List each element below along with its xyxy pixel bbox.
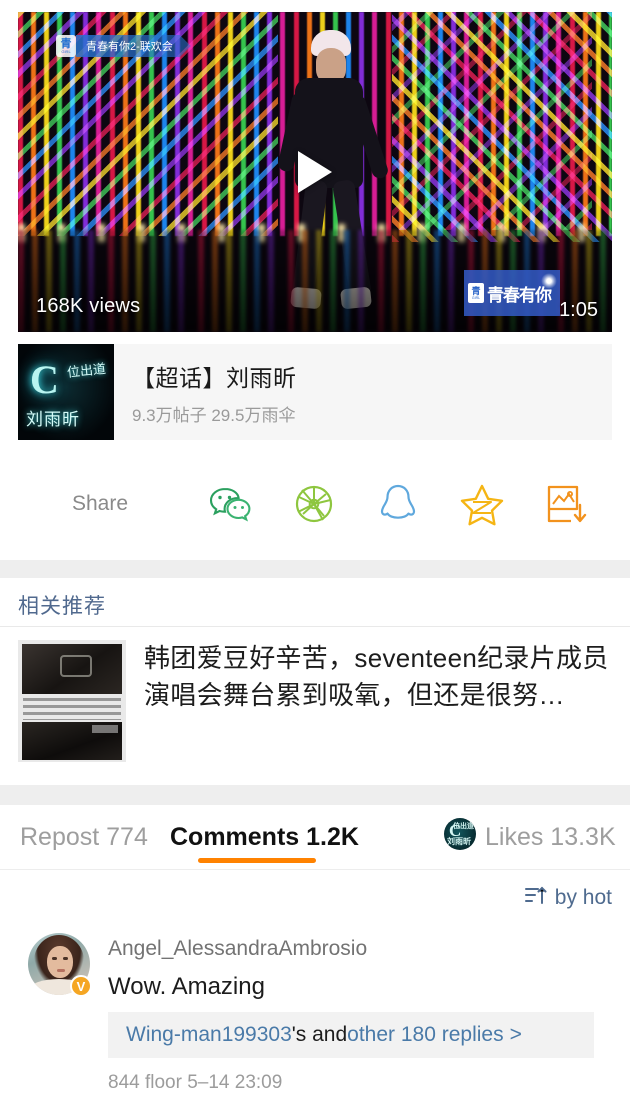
comment-meta: 844 floor 5–14 23:09 xyxy=(108,1072,283,1093)
share-label: Share xyxy=(72,492,129,515)
tab-comments[interactable]: Comments 1.2K xyxy=(170,823,359,852)
video-watermark: 青 GIRL 青春有你 xyxy=(464,270,560,316)
tab-likes[interactable]: Likes 13.3K xyxy=(485,823,616,852)
video-duration: 1:05 xyxy=(559,299,598,321)
topic-thumb-line1: 位出道 xyxy=(66,361,107,380)
watermark-logo-char: 青 xyxy=(471,285,481,296)
watermark-logo-icon: 青 GIRL xyxy=(468,283,484,303)
comment-username[interactable]: Angel_AlessandraAmbrosio xyxy=(108,937,367,961)
super-topic-card[interactable]: C 位出道 刘雨昕 【超话】刘雨昕 9.3万帖子 29.5万雨伞 xyxy=(18,344,612,440)
sort-label: by hot xyxy=(554,885,612,909)
topic-thumb-letter: C xyxy=(30,357,59,402)
wechat-icon[interactable] xyxy=(188,485,272,523)
super-topic-info: 【超话】刘雨昕 9.3万帖子 29.5万雨伞 xyxy=(132,359,297,426)
qq-icon[interactable] xyxy=(356,482,440,526)
save-image-icon[interactable] xyxy=(524,483,608,525)
show-logo-icon: 青 GIRL xyxy=(56,35,76,57)
show-logo-char: 青 xyxy=(60,37,72,50)
weibo-video-detail-page: 青 GIRL 青春有你2-联欢会 168K views 青 GIRL 青春有你 … xyxy=(0,0,630,1104)
comment-replies-link[interactable]: Wing-man199303's and other 180 replies > xyxy=(108,1012,594,1058)
chevron-right-icon: > xyxy=(509,1023,522,1046)
reply-username[interactable]: Wing-man199303 xyxy=(126,1023,292,1047)
section-divider-2 xyxy=(0,785,630,805)
section-divider-1 xyxy=(0,560,630,578)
recommend-section-title: 相关推荐 xyxy=(18,595,106,618)
recommend-item[interactable]: 韩团爱豆好辛苦，seventeen纪录片成员演唱会舞台累到吸氧，但还是很努… xyxy=(18,640,612,762)
likes-avatar: C 位出道 刘雨昕 xyxy=(444,818,476,850)
share-row: Share xyxy=(0,468,630,540)
verified-badge-icon: V xyxy=(70,975,92,997)
tabbar-divider xyxy=(0,869,630,870)
sort-ascending-icon xyxy=(524,884,548,911)
reply-count-label[interactable]: other 180 replies xyxy=(347,1023,503,1047)
super-topic-thumbnail: C 位出道 刘雨昕 xyxy=(18,344,114,440)
super-topic-stats: 9.3万帖子 29.5万雨伞 xyxy=(132,405,296,425)
show-tag-banner[interactable]: 青 GIRL 青春有你2-联欢会 xyxy=(56,34,191,58)
show-tag-label: 青春有你2-联欢会 xyxy=(76,35,191,57)
wechat-moments-icon[interactable] xyxy=(272,482,356,526)
recommend-divider xyxy=(0,626,630,627)
watermark-logo-sub: GIRL xyxy=(471,295,481,300)
topic-thumb-line2: 刘雨昕 xyxy=(26,410,80,429)
show-logo-sub: GIRL xyxy=(61,48,71,54)
likes-avatar-top-text: 位出道 xyxy=(453,822,474,830)
share-icon-group xyxy=(188,482,608,526)
video-player[interactable]: 青 GIRL 青春有你2-联欢会 168K views 青 GIRL 青春有你 … xyxy=(18,12,612,332)
flower-icon xyxy=(540,272,558,290)
comment-text: Wow. Amazing xyxy=(108,973,265,1000)
tab-repost[interactable]: Repost 774 xyxy=(20,823,148,852)
super-topic-title: 【超话】刘雨昕 xyxy=(132,364,297,391)
favorite-star-icon[interactable] xyxy=(440,482,524,526)
recommend-thumbnail xyxy=(18,640,126,762)
recommend-item-title: 韩团爱豆好辛苦，seventeen纪录片成员演唱会舞台累到吸氧，但还是很努… xyxy=(144,643,609,710)
video-view-count: 168K views xyxy=(36,295,141,317)
reply-connector: 's and xyxy=(291,1023,348,1046)
likes-avatar-bottom-text: 刘雨昕 xyxy=(447,837,471,846)
comment-sort-control[interactable]: by hot xyxy=(524,884,612,911)
play-icon[interactable] xyxy=(298,151,332,193)
active-tab-indicator xyxy=(198,858,316,863)
neon-chevron-right-2 xyxy=(392,12,592,230)
